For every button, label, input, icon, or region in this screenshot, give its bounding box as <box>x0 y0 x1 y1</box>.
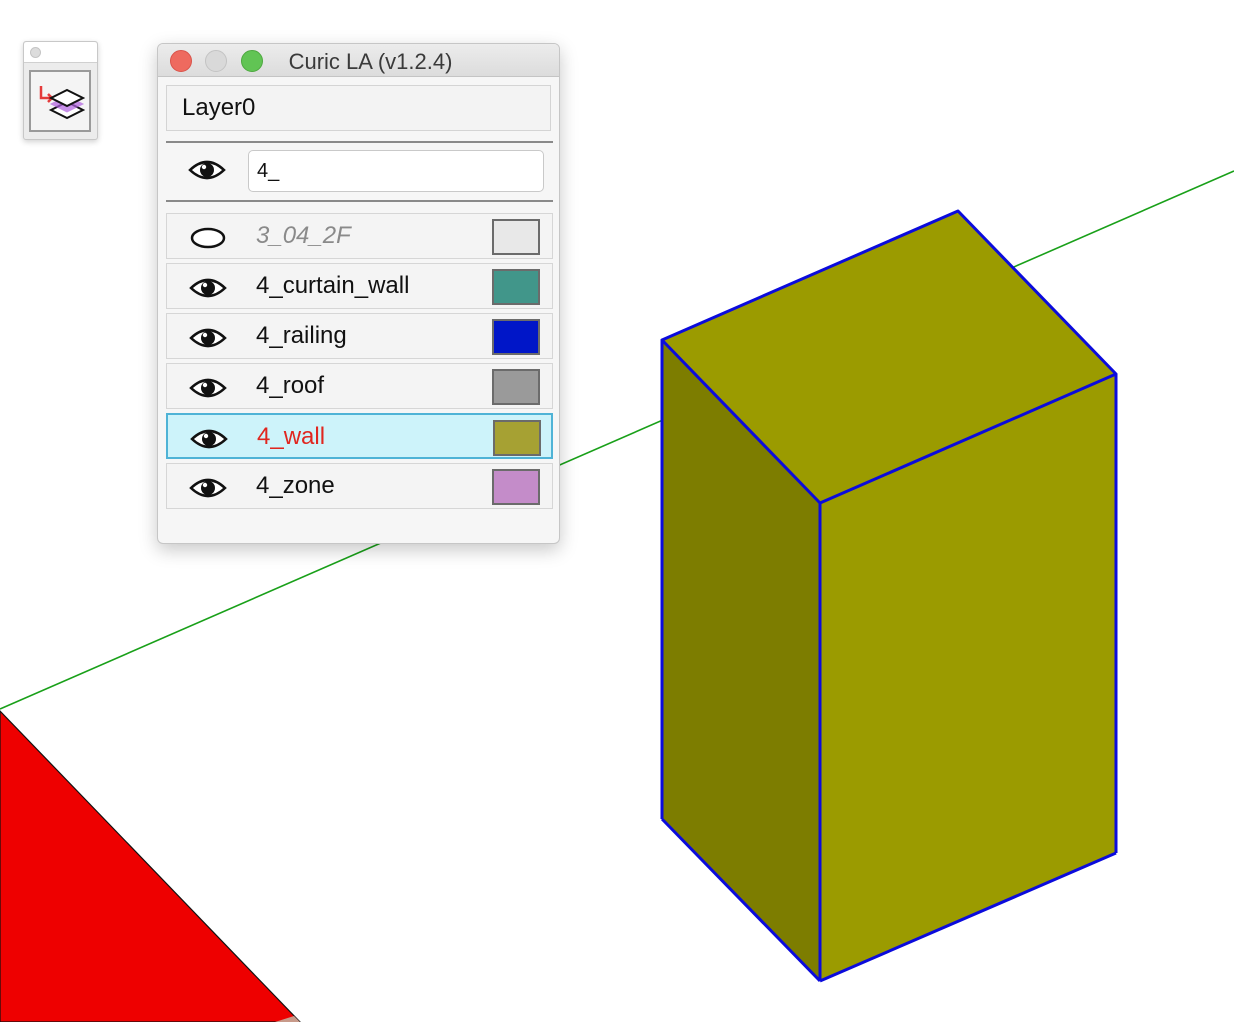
layer-assign-button[interactable] <box>29 70 91 132</box>
layer-row[interactable]: 4_roof <box>166 363 553 409</box>
eye-icon[interactable] <box>189 375 227 401</box>
layer-row[interactable]: 4_curtain_wall <box>166 263 553 309</box>
layer-row[interactable]: 3_04_2F <box>166 213 553 259</box>
wall-box[interactable] <box>660 209 1118 983</box>
layer-color-swatch[interactable] <box>492 269 540 305</box>
red-face[interactable] <box>0 710 301 1022</box>
eye-icon[interactable] <box>189 325 227 351</box>
plugin-toolbar <box>23 41 98 140</box>
layer-row[interactable]: 4_railing <box>166 313 553 359</box>
layer-row[interactable]: 4_wall <box>166 413 553 459</box>
layer-name[interactable]: 4_railing <box>256 322 347 350</box>
window-title: Curic LA (v1.2.4) <box>288 49 453 74</box>
layer-name[interactable]: 4_roof <box>256 372 324 400</box>
toolbar-titlebar[interactable] <box>24 42 97 63</box>
toolbar-close-button[interactable] <box>30 47 41 58</box>
layer-name[interactable]: 4_zone <box>256 472 335 500</box>
eye-icon[interactable] <box>189 475 227 501</box>
curic-la-window: Curic LA (v1.2.4) Layer0 3_04_2F 4_curtai… <box>157 43 560 544</box>
eye-icon[interactable] <box>188 157 226 183</box>
layer-color-swatch[interactable] <box>493 420 541 456</box>
layer-color-swatch[interactable] <box>492 369 540 405</box>
layer-color-swatch[interactable] <box>492 469 540 505</box>
divider <box>166 141 553 143</box>
current-layer-label[interactable]: Layer0 <box>166 85 551 131</box>
eye-closed-icon[interactable] <box>189 225 227 251</box>
layer-name[interactable]: 4_curtain_wall <box>256 272 409 300</box>
eye-icon[interactable] <box>189 275 227 301</box>
window-titlebar[interactable]: Curic LA (v1.2.4) <box>158 44 559 77</box>
layer-color-swatch[interactable] <box>492 319 540 355</box>
layer-row[interactable]: 4_zone <box>166 463 553 509</box>
layer-name[interactable]: 3_04_2F <box>256 222 351 250</box>
eye-icon[interactable] <box>190 426 228 452</box>
layer-list: 3_04_2F 4_curtain_wall 4_railing 4_roof 4_wa… <box>166 213 553 513</box>
layer-assign-icon <box>39 86 85 120</box>
layer-filter-input[interactable] <box>248 150 544 192</box>
divider <box>166 200 553 202</box>
layer-color-swatch[interactable] <box>492 219 540 255</box>
layer-name[interactable]: 4_wall <box>257 423 325 451</box>
